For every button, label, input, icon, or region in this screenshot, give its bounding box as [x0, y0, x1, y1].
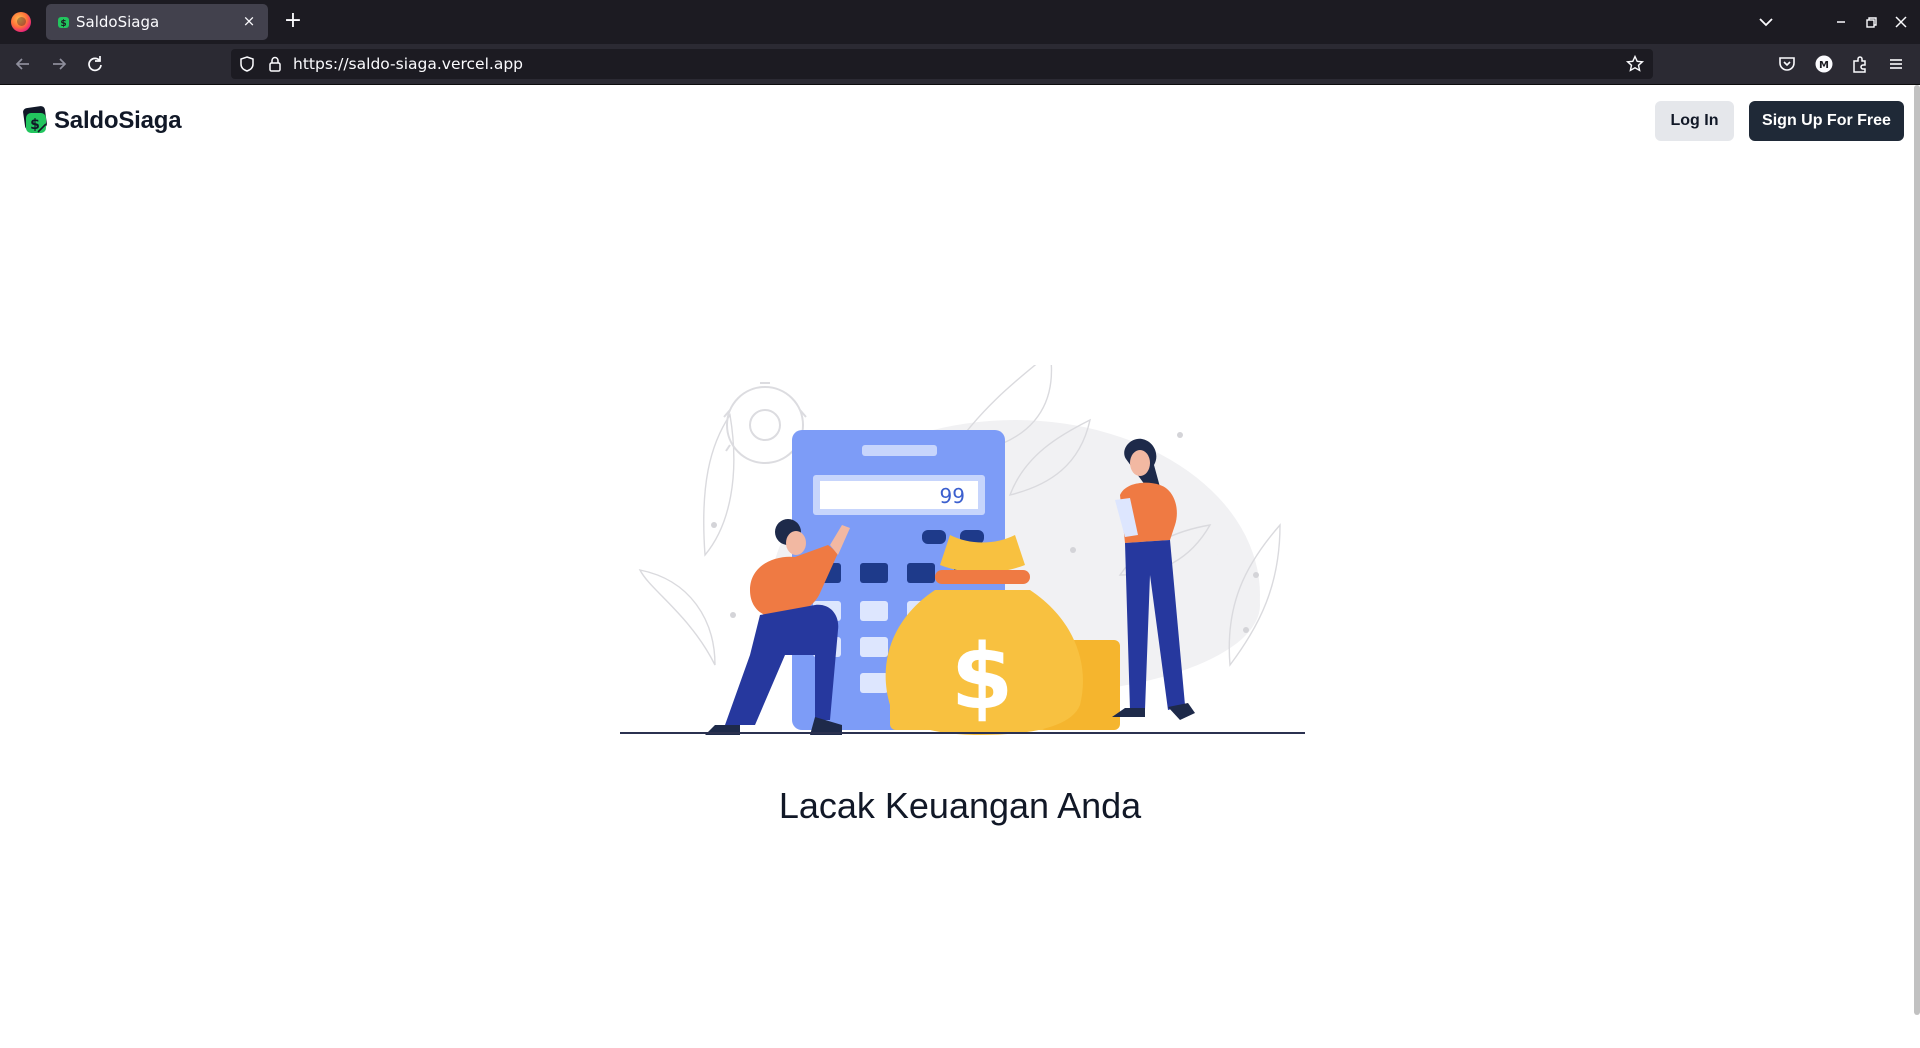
- finance-illustration: 99 $: [620, 365, 1305, 735]
- url-text[interactable]: https://saldo-siaga.vercel.app: [293, 55, 523, 73]
- svg-text:$: $: [951, 625, 1014, 730]
- login-button[interactable]: Log In: [1655, 101, 1734, 141]
- hero-tagline: Lacak Keuangan Anda: [778, 785, 1142, 826]
- calculator-display: 99: [940, 484, 965, 508]
- lock-icon[interactable]: [265, 54, 285, 74]
- minimize-icon[interactable]: [1829, 10, 1853, 34]
- svg-text:$: $: [60, 19, 66, 29]
- address-bar[interactable]: https://saldo-siaga.vercel.app: [231, 49, 1653, 79]
- account-avatar-icon[interactable]: M: [1813, 53, 1835, 75]
- list-all-tabs-icon[interactable]: [1754, 10, 1778, 34]
- shield-icon[interactable]: [237, 54, 257, 74]
- new-tab-button[interactable]: +: [280, 9, 306, 35]
- extensions-puzzle-icon[interactable]: [1849, 53, 1871, 75]
- close-window-icon[interactable]: [1889, 10, 1913, 34]
- close-tab-icon[interactable]: ×: [238, 10, 260, 32]
- signup-button[interactable]: Sign Up For Free: [1749, 101, 1904, 141]
- reload-icon[interactable]: [81, 50, 109, 78]
- restore-icon[interactable]: [1859, 10, 1883, 34]
- browser-nav-bar: https://saldo-siaga.vercel.app M: [0, 44, 1920, 84]
- browser-tab-bar: $ SaldoSiaga × +: [0, 0, 1920, 44]
- saldosiaga-logo-icon: $: [23, 106, 47, 133]
- svg-text:M: M: [1819, 60, 1829, 71]
- hamburger-menu-icon[interactable]: [1885, 53, 1907, 75]
- page-scrollbar[interactable]: [1914, 85, 1920, 1015]
- brand-name: SaldoSiaga: [54, 107, 182, 134]
- pocket-icon[interactable]: [1776, 53, 1798, 75]
- bookmark-star-icon[interactable]: [1625, 54, 1645, 74]
- forward-arrow-icon[interactable]: [45, 50, 73, 78]
- tab-saldosiaga[interactable]: $ SaldoSiaga ×: [46, 4, 268, 40]
- tab-title: SaldoSiaga: [76, 13, 160, 31]
- brand-link[interactable]: $ SaldoSiaga: [20, 104, 182, 138]
- page-viewport: $ SaldoSiaga Log In Sign Up For Free 99 …: [0, 85, 1920, 1048]
- tab-favicon-icon: $: [58, 17, 69, 29]
- firefox-logo-icon: [11, 12, 31, 32]
- back-arrow-icon[interactable]: [9, 50, 37, 78]
